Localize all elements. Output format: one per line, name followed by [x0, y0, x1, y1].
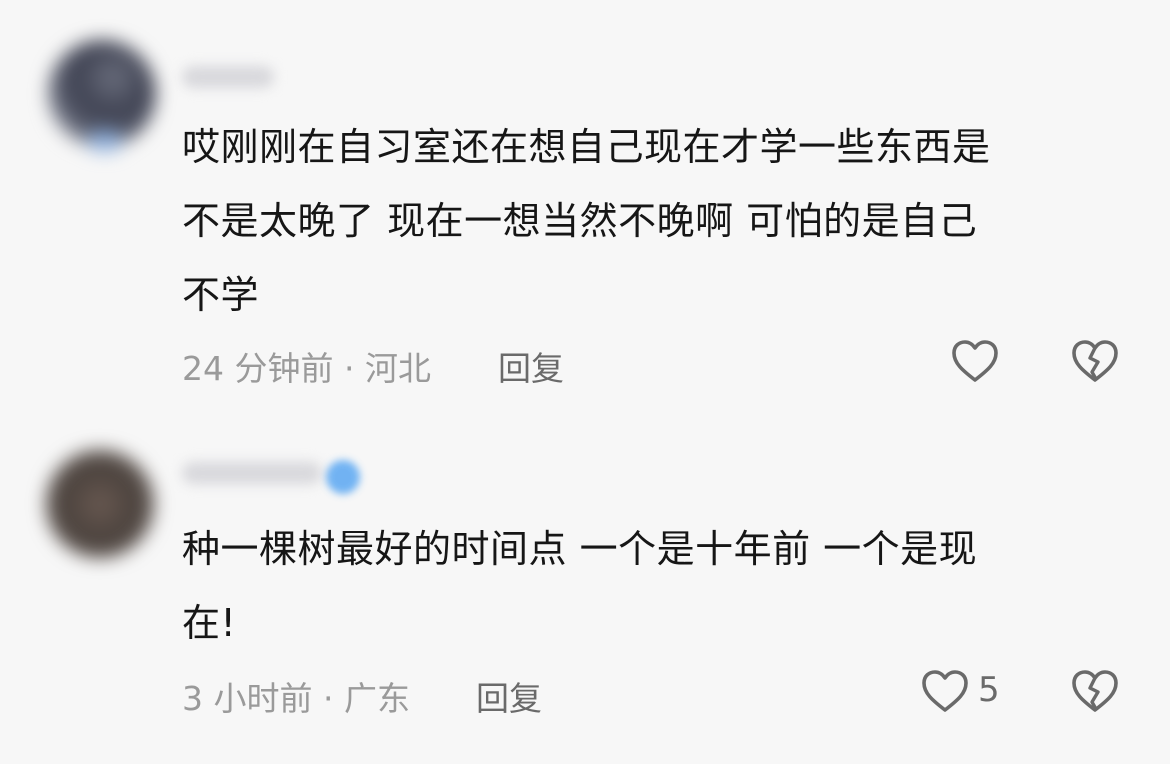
avatar-blur [88, 130, 122, 152]
reply-button[interactable]: 回复 [498, 342, 564, 390]
avatar[interactable] [48, 40, 156, 152]
dislike-button[interactable] [1070, 668, 1120, 714]
heart-outline-icon [922, 670, 968, 712]
username-blurred[interactable] [182, 66, 274, 88]
reply-button[interactable]: 回复 [476, 672, 542, 720]
like-button[interactable] [950, 338, 1000, 384]
heart-outline-icon [952, 340, 998, 382]
comment-text-line: 在! [182, 601, 237, 645]
username-blurred[interactable] [182, 462, 322, 484]
comment-text: 种一棵树最好的时间点 一个是十年前 一个是现 在! [182, 512, 1122, 660]
comment-text-line: 种一棵树最好的时间点 一个是十年前 一个是现 [182, 527, 978, 571]
like-button[interactable] [920, 668, 970, 714]
like-count: 5 [978, 670, 1000, 710]
comment-text-line: 不学 [182, 273, 260, 317]
dislike-button[interactable] [1070, 338, 1120, 384]
avatar[interactable] [46, 450, 154, 558]
comment-text-line: 不是太晚了 现在一想当然不晚啊 可怕的是自己 [182, 199, 978, 243]
broken-heart-icon [1072, 670, 1118, 712]
broken-heart-icon [1072, 340, 1118, 382]
comment-text-line: 哎刚刚在自习室还在想自己现在才学一些东西是 [182, 125, 991, 169]
time-location: 24 分钟前 · 河北 [182, 349, 431, 388]
verified-badge-icon [326, 460, 360, 494]
comment-text: 哎刚刚在自习室还在想自己现在才学一些东西是 不是太晚了 现在一想当然不晚啊 可怕… [182, 110, 1122, 332]
time-location: 3 小时前 · 广东 [182, 679, 410, 718]
